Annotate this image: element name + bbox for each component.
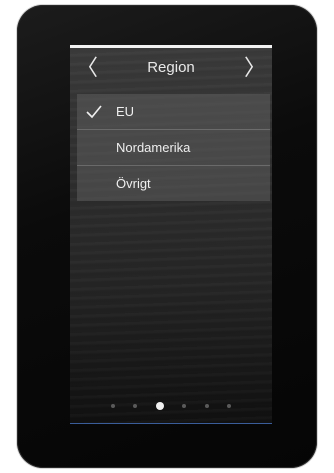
region-option-nordamerika[interactable]: Nordamerika xyxy=(77,130,270,166)
bottom-accent-line xyxy=(70,423,272,424)
page-dot[interactable] xyxy=(182,403,187,408)
page-dot-active[interactable] xyxy=(155,401,164,410)
page-dot[interactable] xyxy=(227,403,232,408)
chevron-right-icon[interactable]: 〉 xyxy=(240,48,270,88)
touch-screen: 〈 Region 〉 EU Nordamerika Övrigt xyxy=(70,45,272,423)
checkmark-icon xyxy=(86,105,102,119)
page-dot[interactable] xyxy=(133,403,138,408)
page-dot[interactable] xyxy=(204,403,209,408)
region-list: EU Nordamerika Övrigt xyxy=(77,94,270,201)
region-option-eu[interactable]: EU xyxy=(77,94,270,130)
page-indicator xyxy=(70,397,272,410)
region-option-label: Övrigt xyxy=(116,176,151,191)
region-option-label: EU xyxy=(116,104,135,119)
page-dot[interactable] xyxy=(110,403,115,408)
region-option-ovrigt[interactable]: Övrigt xyxy=(77,166,270,201)
header-bar: 〈 Region 〉 xyxy=(70,48,272,88)
region-option-label: Nordamerika xyxy=(116,140,191,155)
